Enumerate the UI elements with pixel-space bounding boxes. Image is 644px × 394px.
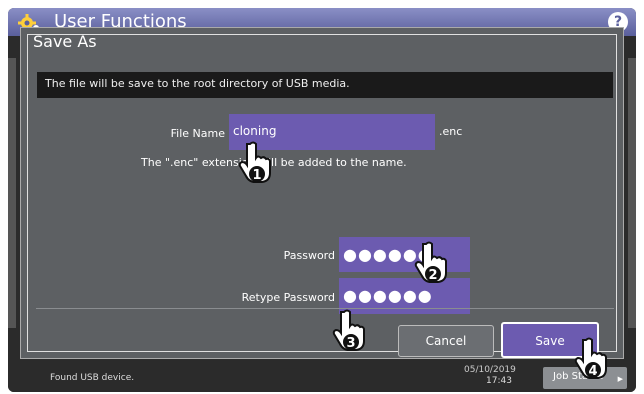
status-date: 05/10/2019 bbox=[464, 365, 516, 375]
tap-hand-icon-2: 2 bbox=[414, 241, 447, 283]
dialog-message: The file will be save to the root direct… bbox=[45, 77, 350, 90]
callout-number-3: 3 bbox=[346, 336, 355, 351]
file-name-value: cloning bbox=[233, 124, 277, 138]
file-name-label: File Name bbox=[170, 127, 225, 140]
save-as-dialog: Save As The file will be save to the roo… bbox=[20, 27, 624, 359]
status-time: 17:43 bbox=[486, 376, 512, 386]
tap-hand-icon-1: 1 bbox=[238, 141, 271, 183]
status-message: Found USB device. bbox=[50, 373, 135, 383]
chevron-right-icon: ▶ bbox=[617, 375, 623, 383]
tap-hand-icon-3: 3 bbox=[332, 309, 365, 351]
callout-number-2: 2 bbox=[428, 268, 437, 283]
right-edge-panel bbox=[628, 58, 636, 328]
callout-number-4: 4 bbox=[588, 364, 597, 379]
cancel-button[interactable]: Cancel bbox=[398, 325, 494, 357]
tap-hand-icon-4: 4 bbox=[574, 337, 607, 379]
app-window: User Functions ? Save As The file will b… bbox=[8, 8, 636, 392]
retype-password-value: ●●●●●● bbox=[343, 286, 433, 305]
retype-password-label: Retype Password bbox=[241, 291, 335, 304]
status-bar: Found USB device. 05/10/2019 17:43 Job S… bbox=[8, 364, 636, 392]
callout-number-1: 1 bbox=[252, 168, 261, 183]
password-label: Password bbox=[283, 249, 335, 262]
left-edge-panel bbox=[8, 58, 16, 328]
dialog-title: Save As bbox=[33, 32, 97, 51]
file-extension: .enc bbox=[439, 125, 463, 138]
message-bar: The file will be save to the root direct… bbox=[37, 72, 613, 98]
dialog-divider bbox=[36, 308, 614, 309]
